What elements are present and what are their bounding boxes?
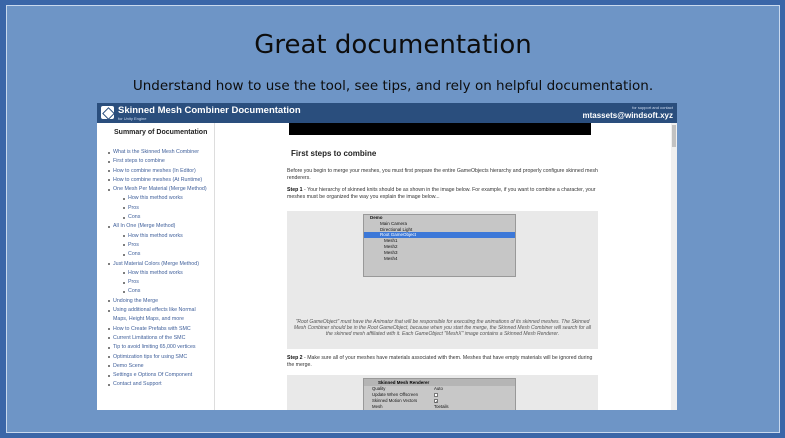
hierarchy-panel: Demo Main Camera Directional Light Root Ga… [363, 214, 516, 277]
sidebar-link[interactable]: Contact and Support [97, 380, 214, 389]
sidebar-link[interactable]: Settings e Options Of Component [97, 371, 214, 380]
step2-label: Step 2 [287, 355, 303, 361]
support-email-link[interactable]: mtassets@windsoft.xyz [583, 111, 674, 120]
sidebar-link[interactable]: Tip to avoid limiting 65,000 vertices [97, 343, 214, 352]
checkbox [434, 393, 438, 397]
sidebar-link[interactable]: How to combine meshes (At Runtime) [97, 176, 214, 185]
inspector-row-value: Toetails [434, 404, 449, 409]
sidebar-title: Summary of Documentation [114, 129, 208, 136]
doc-subtitle: for Unity Engine [118, 116, 147, 121]
sidebar-link[interactable]: Pros [97, 204, 214, 213]
sidebar-link[interactable]: First steps to combine [97, 157, 214, 166]
sidebar-link[interactable]: Cons [97, 250, 214, 259]
hierarchy-image: Demo Main Camera Directional Light Root Ga… [287, 211, 598, 349]
doc-title: Skinned Mesh Combiner Documentation [118, 105, 301, 116]
documentation-screenshot: Skinned Mesh Combiner Documentation for … [97, 103, 677, 410]
unity-logo-icon [101, 106, 114, 119]
doc-header-bar: Skinned Mesh Combiner Documentation for … [97, 103, 677, 123]
step1-body: - Your hierarchy of skinned knits should… [287, 187, 596, 200]
sidebar-link[interactable]: Pros [97, 278, 214, 287]
support-label: for support and contact [632, 105, 673, 110]
sidebar-link[interactable]: One Mesh Per Material (Merge Method) [97, 185, 214, 194]
sidebar-link[interactable]: How to Create Prefabs with SMC [97, 325, 214, 334]
inspector-row-label: Update When Offscreen [372, 392, 419, 397]
tagline: Understand how to use the tool, see tips… [132, 78, 654, 94]
inspector-header: Skinned Mesh Renderer [364, 379, 515, 386]
sidebar-link[interactable]: Using additional effects like Normal [97, 306, 214, 315]
hierarchy-row: Mesh4 [384, 255, 398, 261]
inspector-row-label: Quality [372, 386, 386, 391]
inspector-row-label: Skinned Motion Vectors [372, 398, 418, 403]
sidebar-link[interactable]: How this method works [97, 269, 214, 278]
content-scrollbar[interactable] [671, 123, 677, 410]
sidebar-link[interactable]: Cons [97, 213, 214, 222]
inspector-rows: Quality Auto Update When Offscreen Skinned … [364, 386, 515, 410]
sidebar-list: What is the Skinned Mesh Combiner First s… [97, 148, 214, 390]
inspector-row: Mesh Toetails [364, 404, 515, 410]
checkbox: ✓ [434, 399, 438, 404]
sidebar-link[interactable]: Optimization tips for using SMC [97, 353, 214, 362]
sidebar-link[interactable]: How this method works [97, 232, 214, 241]
sidebar-link[interactable]: All In One (Merge Method) [97, 222, 214, 231]
headline: Great documentation [254, 30, 532, 60]
step2-body: - Make sure all of your meshes have mate… [287, 355, 593, 368]
sidebar-link[interactable]: Demo Scene [97, 362, 214, 371]
hierarchy-rows: Main Camera Directional Light Root GameObj… [364, 221, 515, 262]
sidebar-link[interactable]: Undoing the Merge [97, 297, 214, 306]
sidebar-link[interactable]: How to combine meshes (In Editor) [97, 167, 214, 176]
sidebar-link[interactable]: Pros [97, 241, 214, 250]
sidebar-link[interactable]: What is the Skinned Mesh Combiner [97, 148, 214, 157]
inspector-image: Skinned Mesh Renderer Quality Auto Update … [287, 375, 598, 410]
intro-text: Before you begin to merge your meshes, y… [287, 168, 598, 181]
step2-text: Step 2 - Make sure all of your meshes ha… [287, 355, 599, 368]
sidebar-link[interactable]: How this method works [97, 194, 214, 203]
doc-content: First steps to combine Before you begin … [215, 123, 677, 410]
section-heading: First steps to combine [291, 149, 377, 158]
inspector-row-label: Mesh [372, 404, 383, 409]
sidebar-link[interactable]: Cons [97, 287, 214, 296]
step1-text: Step 1 - Your hierarchy of skinned knits… [287, 187, 599, 200]
step1-label: Step 1 [287, 187, 303, 193]
doc-sidebar: Summary of Documentation What is the Ski… [97, 123, 215, 410]
hierarchy-caption: "Root GameObject" must have the Animator… [293, 319, 592, 337]
inspector-panel: Skinned Mesh Renderer Quality Auto Update … [363, 378, 516, 410]
top-image-strip [289, 123, 591, 135]
sidebar-link[interactable]: Just Material Colors (Merge Method) [97, 260, 214, 269]
sidebar-link[interactable]: Maps, Height Maps, and more [97, 315, 214, 324]
sidebar-link[interactable]: Current Limitations of the SMC [97, 334, 214, 343]
